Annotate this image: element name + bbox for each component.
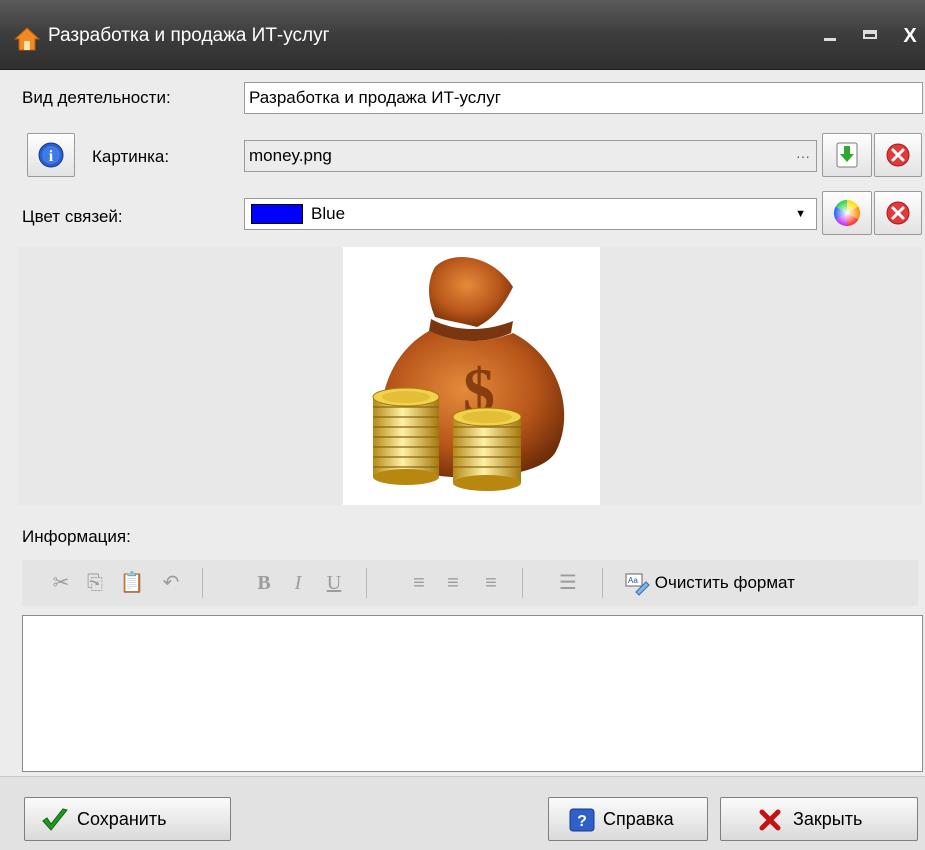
help-icon: ? <box>569 808 595 832</box>
toolbar-separator <box>366 568 367 598</box>
info-button[interactable]: i <box>27 133 75 177</box>
help-label: Справка <box>603 809 674 829</box>
close-button[interactable]: Закрыть <box>720 797 918 841</box>
cut-icon[interactable]: ✂ <box>52 570 70 596</box>
browse-ellipsis[interactable]: ··· <box>796 141 810 171</box>
picture-label: Картинка: <box>92 147 170 166</box>
underline-icon[interactable]: U <box>324 570 344 596</box>
load-picture-button[interactable] <box>822 133 872 177</box>
close-icon: X <box>903 25 917 47</box>
copy-icon[interactable]: ⎘ <box>84 570 106 596</box>
info-label: Информация: <box>22 527 131 546</box>
maximize-button[interactable] <box>856 22 884 50</box>
image-panel: $ <box>18 247 922 505</box>
picture-input[interactable]: money.png ··· <box>244 140 817 172</box>
save-label: Сохранить <box>77 809 167 829</box>
maximize-icon <box>863 30 877 39</box>
minimize-icon <box>824 38 836 41</box>
bullet-list-icon[interactable]: ☰ <box>556 570 580 596</box>
italic-icon[interactable]: I <box>288 570 308 596</box>
bold-icon[interactable]: B <box>254 570 274 596</box>
undo-icon[interactable]: ↶ <box>160 570 182 596</box>
button-bar: Сохранить ? Справка Закрыть <box>0 776 925 850</box>
svg-text:?: ? <box>577 813 587 830</box>
house-icon <box>14 27 40 51</box>
clear-picture-button[interactable] <box>874 133 922 177</box>
download-icon <box>836 142 858 168</box>
checkmark-icon <box>42 808 68 831</box>
delete-icon <box>886 143 910 167</box>
activity-label: Вид деятельности: <box>22 88 171 107</box>
svg-text:Aa: Aa <box>628 576 638 585</box>
money-bag-image: $ <box>343 247 600 505</box>
color-swatch <box>251 204 303 224</box>
toolbar-separator <box>522 568 523 598</box>
svg-text:i: i <box>49 148 54 165</box>
align-left-icon[interactable]: ≡ <box>408 570 430 596</box>
align-right-icon[interactable]: ≡ <box>480 570 502 596</box>
clear-format-label: Очистить формат <box>654 573 795 592</box>
title-bar[interactable]: Разработка и продажа ИТ-услуг X <box>0 0 925 70</box>
clear-format-button[interactable]: Aa Очистить формат <box>624 570 874 596</box>
align-center-icon[interactable]: ≡ <box>442 570 464 596</box>
close-label: Закрыть <box>793 809 863 829</box>
color-label: Цвет связей: <box>22 207 123 226</box>
toolbar-separator <box>202 568 203 598</box>
info-icon: i <box>38 142 64 168</box>
picture-filename: money.png <box>249 146 332 165</box>
paste-icon[interactable]: 📋 <box>118 570 146 596</box>
save-button[interactable]: Сохранить <box>24 797 231 841</box>
clear-format-icon: Aa <box>625 573 650 596</box>
info-editor[interactable] <box>22 615 923 772</box>
activity-input[interactable]: Разработка и продажа ИТ-услуг <box>244 82 923 114</box>
help-button[interactable]: ? Справка <box>548 797 708 841</box>
close-icon <box>759 809 781 831</box>
clear-color-button[interactable] <box>874 191 922 235</box>
chevron-down-icon: ▼ <box>795 208 806 220</box>
color-wheel-icon <box>833 199 861 227</box>
color-select[interactable]: Blue ▼ <box>244 198 817 230</box>
toolbar-separator <box>602 568 603 598</box>
dialog-window: Разработка и продажа ИТ-услуг X Вид деят… <box>0 0 925 850</box>
window-title: Разработка и продажа ИТ-услуг <box>48 25 330 46</box>
color-value: Blue <box>311 204 346 223</box>
delete-icon <box>886 201 910 225</box>
format-toolbar: ✂ ⎘ 📋 ↶ B I U ≡ ≡ ≡ ☰ Aa Очистить формат <box>22 560 918 606</box>
minimize-button[interactable] <box>816 22 844 50</box>
color-picker-button[interactable] <box>822 191 872 235</box>
close-window-button[interactable]: X <box>896 22 924 50</box>
